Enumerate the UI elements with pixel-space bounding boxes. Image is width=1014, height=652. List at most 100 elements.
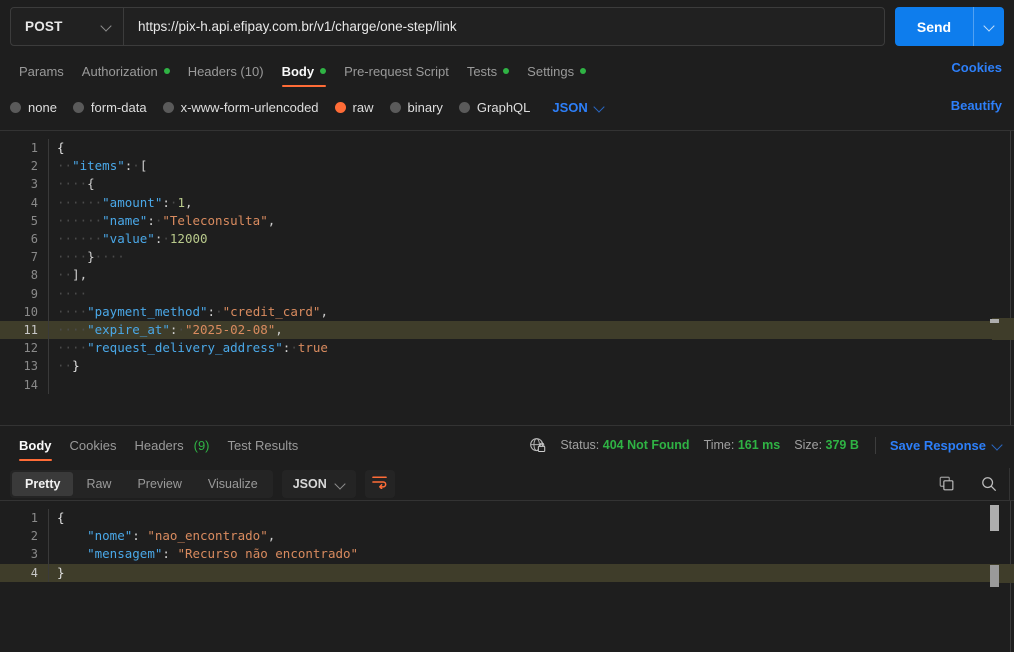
status-dot-icon	[320, 68, 327, 74]
code-line[interactable]: 1{	[0, 509, 1014, 528]
raw-format-label: JSON	[552, 99, 588, 115]
code-text: ··],	[48, 266, 1014, 285]
request-tab-body[interactable]: Body	[273, 54, 336, 88]
size-label: Size: 379 B	[794, 438, 859, 452]
request-tab-authorization[interactable]: Authorization	[73, 54, 179, 88]
line-number: 11	[23, 322, 38, 337]
body-type-selector: none form-data x-www-form-urlencoded raw bin…	[0, 92, 1014, 122]
code-line[interactable]: 11 ····"expire_at":·"2025-02-08",	[0, 320, 1014, 340]
request-tab-settings[interactable]: Settings	[518, 54, 595, 88]
line-number: 6	[30, 232, 38, 247]
radio-icon	[10, 101, 21, 113]
code-line[interactable]: 4}	[0, 563, 1014, 582]
code-line[interactable]: 8 ··],	[0, 266, 1014, 285]
response-tab-test-results[interactable]: Test Results	[219, 428, 308, 462]
copy-icon[interactable]	[938, 475, 956, 493]
code-line[interactable]: 9 ····	[0, 284, 1014, 303]
response-tab-cookies[interactable]: Cookies	[61, 428, 126, 462]
send-button[interactable]: Send	[895, 7, 973, 46]
request-tab-params[interactable]: Params	[10, 54, 73, 88]
code-line[interactable]: 3 ····{	[0, 175, 1014, 194]
code-line[interactable]: 1{	[0, 139, 1014, 158]
line-number: 5	[30, 213, 38, 228]
right-rail-divider	[1009, 468, 1010, 500]
http-method-label: POST	[25, 19, 63, 34]
code-text: ····	[48, 284, 1014, 303]
code-line[interactable]: 2 ··"items":·[	[0, 157, 1014, 176]
request-body-editor[interactable]: 1{2 ··"items":·[3 ····{4 ······"amount":·1,…	[0, 130, 1014, 426]
response-tab-label: Body	[19, 437, 52, 453]
response-format-label: JSON	[292, 477, 327, 491]
response-tab-headers[interactable]: Headers (9)	[125, 428, 218, 462]
request-code-area[interactable]: 1{2 ··"items":·[3 ····{4 ······"amount":·1,…	[0, 131, 1014, 425]
status-dot-icon	[580, 68, 587, 74]
word-wrap-button[interactable]	[364, 470, 395, 498]
code-text: ··}	[48, 357, 1014, 376]
response-view-raw[interactable]: Raw	[73, 472, 124, 496]
line-number: 9	[30, 286, 38, 301]
response-format-dropdown[interactable]: JSON	[281, 470, 356, 498]
save-response-button[interactable]: Save Response	[890, 438, 1002, 453]
body-type-raw[interactable]: raw	[334, 100, 374, 115]
request-tab-label: Pre-request Script	[344, 63, 449, 79]
code-text: ······"value":·12000	[48, 229, 1014, 249]
cookies-link[interactable]: Cookies	[951, 60, 1002, 75]
code-line[interactable]: 4 ······"amount":·1,	[0, 193, 1014, 212]
body-type-none[interactable]: none	[10, 100, 57, 115]
http-method-dropdown[interactable]: POST	[11, 8, 124, 45]
scrollbar-thumb[interactable]	[990, 505, 999, 531]
chevron-down-icon	[102, 22, 111, 31]
body-type-binary[interactable]: binary	[389, 99, 443, 115]
raw-format-dropdown[interactable]: JSON	[552, 100, 603, 115]
body-type-form-data[interactable]: form-data	[72, 100, 147, 115]
beautify-link[interactable]: Beautify	[951, 98, 1002, 113]
scrollbar-thumb[interactable]	[990, 319, 999, 323]
line-number: 1	[30, 511, 38, 526]
status-label: Status: 404 Not Found	[560, 438, 690, 452]
body-type-label: x-www-form-urlencoded	[180, 99, 319, 115]
code-line[interactable]: 5 ······"name":·"Teleconsulta",	[0, 211, 1014, 230]
response-view-preview[interactable]: Preview	[124, 472, 194, 496]
line-number: 14	[23, 377, 38, 392]
code-line[interactable]: 12 ····"request_delivery_address":·true	[0, 339, 1014, 358]
line-number: 2	[30, 529, 38, 544]
line-number: 4	[30, 565, 38, 580]
request-tab-headers-10[interactable]: Headers (10)	[179, 54, 273, 88]
code-line[interactable]: 10 ····"payment_method":·"credit_card",	[0, 302, 1014, 321]
response-format-toolbar: Pretty Raw Preview Visualize JSON	[0, 466, 1014, 502]
response-tab-count: (9)	[193, 437, 210, 453]
code-line[interactable]: 2 "nome": "nao_encontrado",	[0, 527, 1014, 546]
body-type-x-www-form-urlencoded[interactable]: x-www-form-urlencoded	[162, 99, 319, 115]
response-tab-body[interactable]: Body	[10, 428, 61, 462]
search-icon[interactable]	[980, 475, 998, 493]
body-type-graphql[interactable]: GraphQL	[458, 100, 530, 115]
request-tab-tests[interactable]: Tests	[458, 54, 518, 88]
body-type-label: binary	[407, 99, 443, 115]
request-tab-label: Authorization	[81, 63, 158, 79]
request-tab-pre-request-script[interactable]: Pre-request Script	[335, 54, 458, 88]
code-line[interactable]: 3 "mensagem": "Recurso não encontrado"	[0, 545, 1014, 564]
scrollbar-thumb-secondary[interactable]	[990, 565, 999, 587]
globe-lock-icon	[529, 437, 546, 454]
send-options-button[interactable]	[973, 7, 1004, 46]
request-tab-label: Settings	[527, 63, 575, 79]
status-value: 404 Not Found	[602, 438, 690, 452]
url-input[interactable]: https://pix-h.api.efipay.com.br/v1/charg…	[124, 8, 884, 45]
url-value: https://pix-h.api.efipay.com.br/v1/charg…	[138, 19, 457, 34]
request-editor-scrollbar[interactable]	[990, 133, 1000, 423]
word-wrap-icon	[371, 474, 388, 494]
code-line[interactable]: 6 ······"value":·12000	[0, 229, 1014, 249]
request-tab-label: Params	[19, 63, 64, 79]
response-view-pretty[interactable]: Pretty	[12, 472, 74, 496]
response-editor-scrollbar[interactable]	[990, 503, 1000, 650]
editor-edge-divider	[1010, 131, 1011, 425]
code-line[interactable]: 13 ··}	[0, 357, 1014, 376]
code-line[interactable]: 14	[0, 375, 1014, 394]
response-body-editor[interactable]: 1{2 "nome": "nao_encontrado", 3 "mensagem…	[0, 500, 1014, 652]
response-code-area[interactable]: 1{2 "nome": "nao_encontrado", 3 "mensagem…	[0, 501, 1014, 652]
line-number: 13	[23, 359, 38, 374]
code-line[interactable]: 7 ····}····	[0, 248, 1014, 267]
response-view-visualize[interactable]: Visualize	[195, 472, 271, 496]
code-text: ······"name":·"Teleconsulta",	[48, 211, 1014, 230]
radio-icon	[334, 101, 346, 113]
